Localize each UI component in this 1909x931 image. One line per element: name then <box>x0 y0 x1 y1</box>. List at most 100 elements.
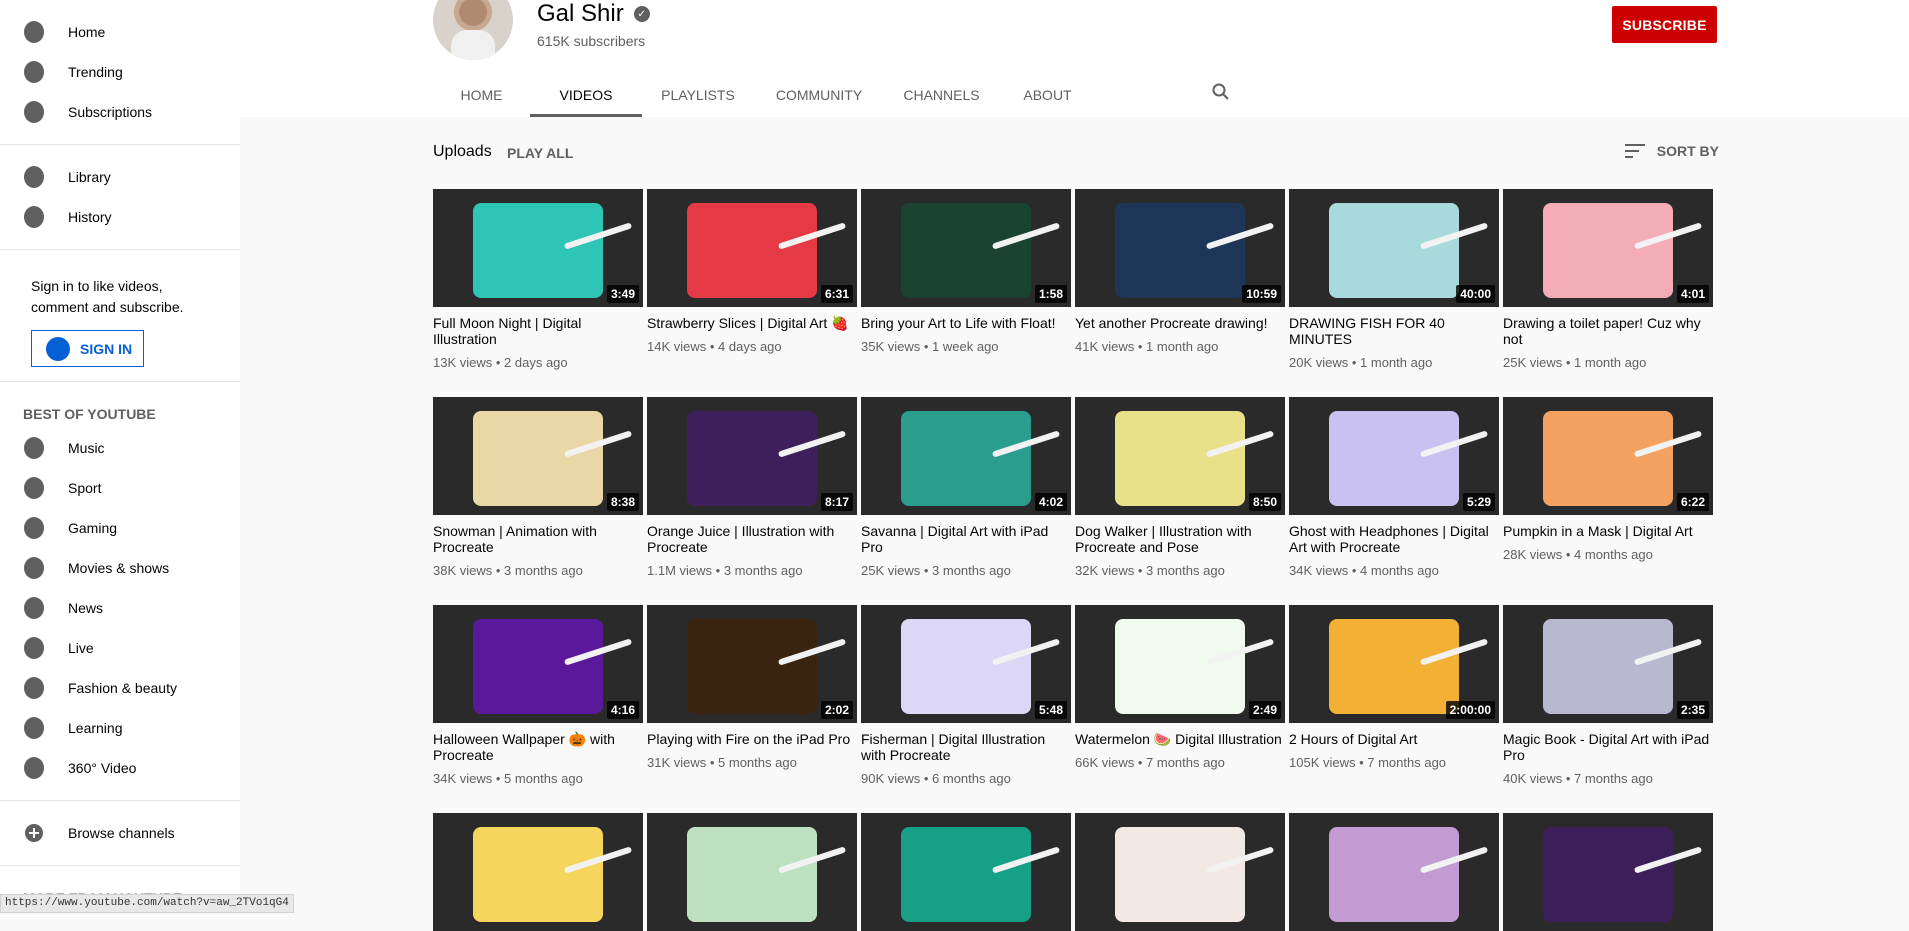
sign-in-button[interactable]: SIGN IN <box>31 330 144 367</box>
sidebar-item-subscriptions[interactable]: Subscriptions <box>0 92 240 132</box>
video-card[interactable]: 2:49 Watermelon 🍉 Digital Illustration 66K… <box>1075 605 1285 770</box>
sidebar-item-browse-channels[interactable]: Browse channels <box>0 813 240 853</box>
video-card[interactable]: 8:38 Snowman | Animation with Procreate 38… <box>433 397 643 578</box>
video-card[interactable]: 4:16 Halloween Wallpaper 🎃 with Procreate… <box>433 605 643 786</box>
uploads-title: Uploads <box>433 143 492 160</box>
video-card[interactable] <box>647 813 857 931</box>
video-thumbnail[interactable]: 4:01 <box>1503 189 1713 307</box>
tab-home[interactable]: HOME <box>433 72 530 117</box>
video-title[interactable]: Playing with Fire on the iPad Pro <box>647 731 857 747</box>
sidebar-item-movies-shows[interactable]: Movies & shows <box>0 548 240 588</box>
sidebar-item-360-video[interactable]: 360° Video <box>0 748 240 788</box>
video-thumbnail[interactable]: 2:35 <box>1503 605 1713 723</box>
video-thumbnail[interactable] <box>1075 813 1285 931</box>
video-thumbnail[interactable]: 6:31 <box>647 189 857 307</box>
video-title[interactable]: Orange Juice | Illustration with Procrea… <box>647 523 857 555</box>
video-card[interactable]: 2:00:00 2 Hours of Digital Art 105K views … <box>1289 605 1499 770</box>
video-title[interactable]: Fisherman | Digital Illustration with Pr… <box>861 731 1071 763</box>
video-thumbnail[interactable] <box>1503 813 1713 931</box>
video-title[interactable]: Halloween Wallpaper 🎃 with Procreate <box>433 731 643 763</box>
sidebar-item-trending[interactable]: Trending <box>0 52 240 92</box>
video-thumbnail[interactable]: 10:59 <box>1075 189 1285 307</box>
video-card[interactable]: 6:31 Strawberry Slices | Digital Art 🍓 14K… <box>647 189 857 354</box>
video-title[interactable]: Ghost with Headphones | Digital Art with… <box>1289 523 1499 555</box>
video-card[interactable]: 5:48 Fisherman | Digital Illustration wit… <box>861 605 1071 786</box>
video-card[interactable] <box>1075 813 1285 931</box>
sidebar-item-library[interactable]: Library <box>0 157 240 197</box>
video-title[interactable]: Bring your Art to Life with Float! <box>861 315 1071 331</box>
video-card[interactable]: 5:29 Ghost with Headphones | Digital Art … <box>1289 397 1499 578</box>
video-title[interactable]: Pumpkin in a Mask | Digital Art <box>1503 523 1713 539</box>
video-card[interactable]: 2:02 Playing with Fire on the iPad Pro 31K… <box>647 605 857 770</box>
video-thumbnail[interactable] <box>647 813 857 931</box>
video-card[interactable]: 6:22 Pumpkin in a Mask | Digital Art 28K v… <box>1503 397 1713 562</box>
tab-playlists[interactable]: PLAYLISTS <box>642 72 754 117</box>
video-title[interactable]: Watermelon 🍉 Digital Illustration <box>1075 731 1285 747</box>
video-thumbnail[interactable]: 4:02 <box>861 397 1071 515</box>
video-thumbnail[interactable]: 8:38 <box>433 397 643 515</box>
video-thumbnail[interactable]: 40:00 <box>1289 189 1499 307</box>
video-age: 3 months ago <box>504 563 583 578</box>
subscribe-button[interactable]: SUBSCRIBE <box>1612 6 1717 43</box>
video-card[interactable] <box>1289 813 1499 931</box>
video-thumbnail[interactable] <box>861 813 1071 931</box>
sidebar-item-sport[interactable]: Sport <box>0 468 240 508</box>
sidebar-item-gaming[interactable]: Gaming <box>0 508 240 548</box>
video-thumbnail[interactable]: 2:49 <box>1075 605 1285 723</box>
sidebar-item-label: Trending <box>68 64 123 80</box>
video-title[interactable]: Dog Walker | Illustration with Procreate… <box>1075 523 1285 555</box>
video-card[interactable] <box>433 813 643 931</box>
tab-videos[interactable]: VIDEOS <box>530 72 642 117</box>
video-thumbnail[interactable]: 8:17 <box>647 397 857 515</box>
video-thumbnail[interactable]: 6:22 <box>1503 397 1713 515</box>
video-card[interactable]: 3:49 Full Moon Night | Digital Illustrati… <box>433 189 643 370</box>
video-duration: 40:00 <box>1456 285 1495 303</box>
video-thumbnail[interactable] <box>433 813 643 931</box>
video-age: 4 months ago <box>1574 547 1653 562</box>
video-card[interactable]: 40:00 DRAWING FISH FOR 40 MINUTES 20K view… <box>1289 189 1499 370</box>
video-thumbnail[interactable] <box>1289 813 1499 931</box>
video-title[interactable]: Snowman | Animation with Procreate <box>433 523 643 555</box>
sidebar-item-music[interactable]: Music <box>0 428 240 468</box>
tab-about[interactable]: ABOUT <box>999 72 1096 117</box>
video-thumbnail[interactable]: 8:50 <box>1075 397 1285 515</box>
video-thumbnail[interactable]: 3:49 <box>433 189 643 307</box>
video-card[interactable]: 8:50 Dog Walker | Illustration with Procr… <box>1075 397 1285 578</box>
video-card[interactable]: 10:59 Yet another Procreate drawing! 41K v… <box>1075 189 1285 354</box>
thumbnail-artwork <box>901 827 1031 922</box>
video-thumbnail[interactable]: 2:00:00 <box>1289 605 1499 723</box>
video-thumbnail[interactable]: 1:58 <box>861 189 1071 307</box>
video-title[interactable]: Drawing a toilet paper! Cuz why not <box>1503 315 1713 347</box>
video-title[interactable]: Strawberry Slices | Digital Art 🍓 <box>647 315 857 331</box>
sidebar-item-news[interactable]: News <box>0 588 240 628</box>
video-age: 4 days ago <box>718 339 782 354</box>
video-card[interactable]: 8:17 Orange Juice | Illustration with Pro… <box>647 397 857 578</box>
video-title[interactable]: Savanna | Digital Art with iPad Pro <box>861 523 1071 555</box>
sidebar-item-fashion-beauty[interactable]: Fashion & beauty <box>0 668 240 708</box>
video-title[interactable]: Magic Book - Digital Art with iPad Pro <box>1503 731 1713 763</box>
sidebar-item-history[interactable]: History <box>0 197 240 237</box>
video-thumbnail[interactable]: 2:02 <box>647 605 857 723</box>
video-title[interactable]: Full Moon Night | Digital Illustration <box>433 315 643 347</box>
video-card[interactable] <box>1503 813 1713 931</box>
video-card[interactable] <box>861 813 1071 931</box>
thumbnail-artwork <box>1115 619 1245 714</box>
sort-by-button[interactable]: SORT BY <box>1624 143 1719 159</box>
video-card[interactable]: 4:02 Savanna | Digital Art with iPad Pro 2… <box>861 397 1071 578</box>
sidebar-item-learning[interactable]: Learning <box>0 708 240 748</box>
tab-community[interactable]: COMMUNITY <box>754 72 884 117</box>
tab-channels[interactable]: CHANNELS <box>884 72 999 117</box>
video-title[interactable]: DRAWING FISH FOR 40 MINUTES <box>1289 315 1499 347</box>
sidebar-item-home[interactable]: Home <box>0 12 240 52</box>
video-title[interactable]: 2 Hours of Digital Art <box>1289 731 1499 747</box>
video-thumbnail[interactable]: 5:29 <box>1289 397 1499 515</box>
play-all-button[interactable]: PLAY ALL <box>507 145 573 161</box>
video-card[interactable]: 2:35 Magic Book - Digital Art with iPad P… <box>1503 605 1713 786</box>
video-card[interactable]: 4:01 Drawing a toilet paper! Cuz why not 2… <box>1503 189 1713 370</box>
video-thumbnail[interactable]: 4:16 <box>433 605 643 723</box>
search-channel-icon[interactable] <box>1211 82 1231 102</box>
video-card[interactable]: 1:58 Bring your Art to Life with Float! 35… <box>861 189 1071 354</box>
video-title[interactable]: Yet another Procreate drawing! <box>1075 315 1285 331</box>
video-thumbnail[interactable]: 5:48 <box>861 605 1071 723</box>
sidebar-item-live[interactable]: Live <box>0 628 240 668</box>
